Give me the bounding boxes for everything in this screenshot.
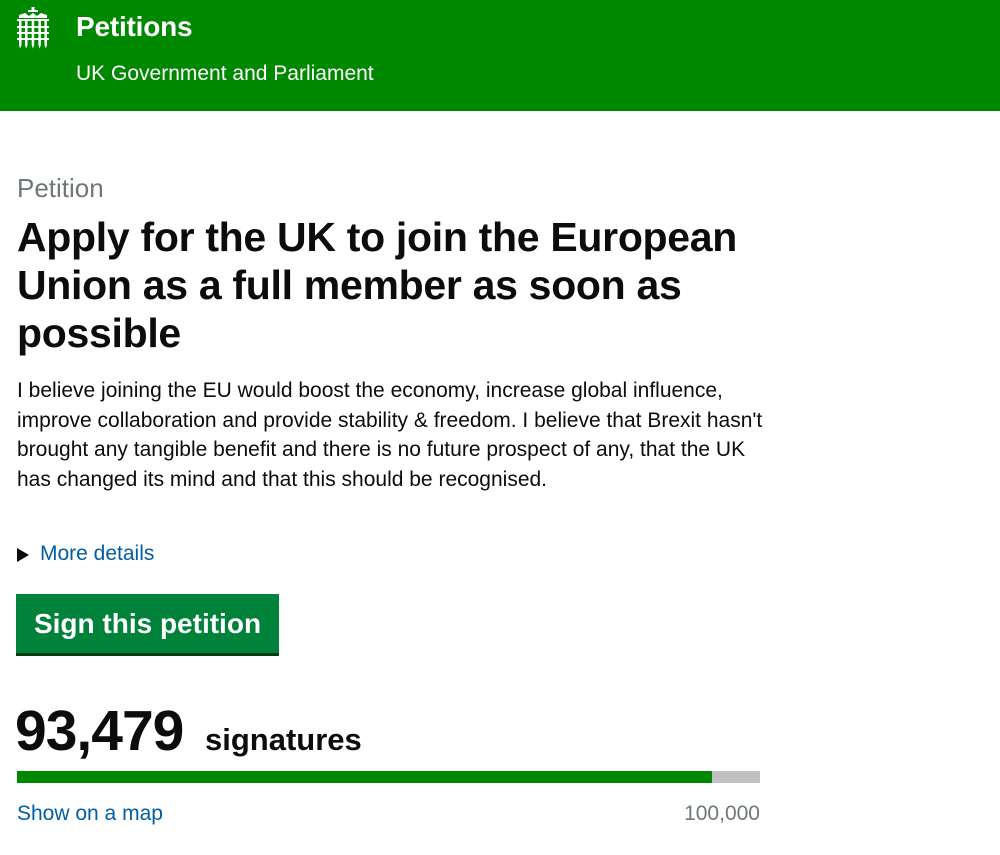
signature-progress-fill [17,771,712,783]
page-caption: Petition [17,173,104,203]
signature-count: 93,479 [15,699,184,763]
show-on-map-link[interactable]: Show on a map [17,802,163,826]
site-title[interactable]: Petitions [76,11,193,43]
more-details-label: More details [40,542,155,565]
more-details-toggle[interactable]: More details [17,542,154,566]
site-header: Petitions UK Government and Parliament [0,0,1000,111]
petition-description: I believe joining the EU would boost the… [17,379,763,491]
sign-petition-button[interactable]: Sign this petition [16,594,279,653]
disclosure-triangle-icon [17,547,29,562]
petition-title: Apply for the UK to join the European Un… [17,214,738,356]
signature-progress-bar [17,771,760,783]
site-subtitle: UK Government and Parliament [76,62,374,85]
portcullis-icon[interactable] [15,7,51,49]
signature-count-label: signatures [205,722,362,757]
signature-goal: 100,000 [684,802,760,825]
